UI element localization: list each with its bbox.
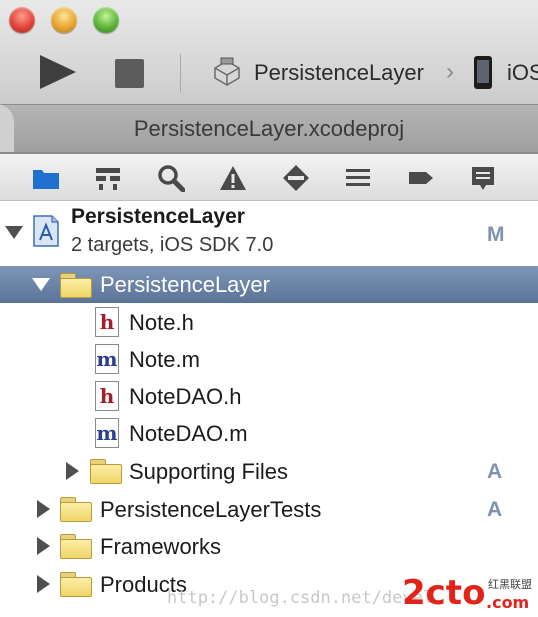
tree-row-note-h[interactable]: h Note.h: [0, 303, 538, 340]
implementation-file-icon: m: [95, 418, 119, 448]
folder-icon: [60, 534, 92, 559]
device-selector[interactable]: iOS: [507, 60, 538, 86]
chevron-right-icon: ›: [446, 58, 454, 85]
toolbar-separator: [180, 54, 181, 92]
svg-text:2cto: 2cto: [402, 573, 485, 613]
source-control-badge: A: [487, 460, 503, 483]
tree-row-label: PersistenceLayer: [100, 272, 270, 297]
watermark-url: http://blog.csdn.net/devel: [167, 588, 434, 608]
folder-icon: [90, 459, 122, 484]
disclosure-triangle-icon[interactable]: [5, 226, 23, 239]
tree-row-persistencelayertests[interactable]: PersistenceLayerTests A: [0, 490, 538, 527]
header-file-icon: h: [95, 307, 119, 337]
run-button[interactable]: [40, 55, 76, 89]
search-icon[interactable]: [157, 164, 185, 192]
tree-row-persistencelayer-group[interactable]: PersistenceLayer: [0, 266, 538, 303]
test-navigator-icon[interactable]: [282, 164, 310, 192]
tree-row-label: NoteDAO.m: [129, 421, 248, 446]
project-subtitle: 2 targets, iOS SDK 7.0: [71, 234, 274, 256]
tree-row-notedao-h[interactable]: h NoteDAO.h: [0, 377, 538, 414]
header-file-icon: h: [95, 381, 119, 411]
disclosure-triangle-icon[interactable]: [37, 537, 50, 555]
scheme-selector[interactable]: PersistenceLayer: [254, 60, 424, 86]
scheme-app-icon[interactable]: [211, 56, 243, 88]
disclosure-triangle-icon[interactable]: [66, 462, 79, 480]
breakpoint-icon[interactable]: [407, 164, 435, 192]
tab-title: PersistenceLayer.xcodeproj: [133, 116, 405, 141]
tree-row-label: Note.m: [129, 347, 200, 372]
tree-row-frameworks[interactable]: Frameworks: [0, 527, 538, 564]
tree-row-label: Supporting Files: [129, 459, 288, 484]
zoom-window-button[interactable]: [93, 7, 119, 33]
source-control-badge: M: [487, 223, 505, 246]
disclosure-triangle-icon[interactable]: [32, 278, 50, 291]
watermark-logo: 2cto 红黑联盟 .com: [402, 573, 532, 613]
svg-text:红黑联盟: 红黑联盟: [488, 578, 532, 591]
tree-row-label: Frameworks: [100, 534, 222, 559]
implementation-file-icon: m: [95, 344, 119, 374]
iphone-icon[interactable]: [474, 56, 492, 89]
xcode-project-icon: [33, 215, 59, 247]
stop-button[interactable]: [115, 59, 144, 88]
folder-icon: [60, 273, 92, 298]
debug-navigator-icon[interactable]: [344, 164, 372, 192]
tree-row-label: PersistenceLayerTests: [100, 497, 322, 522]
svg-text:.com: .com: [486, 593, 529, 612]
symbol-navigator-icon[interactable]: [94, 164, 122, 192]
source-control-badge: A: [487, 498, 503, 521]
disclosure-triangle-icon[interactable]: [37, 575, 50, 593]
minimize-window-button[interactable]: [51, 7, 77, 33]
tree-row-label: Note.h: [129, 310, 194, 335]
tree-row-supporting-files[interactable]: Supporting Files A: [0, 452, 538, 489]
project-name[interactable]: PersistenceLayer: [71, 205, 245, 229]
folder-icon: [60, 572, 92, 597]
tree-row-note-m[interactable]: m Note.m: [0, 340, 538, 377]
disclosure-triangle-icon[interactable]: [37, 500, 50, 518]
warning-icon[interactable]: [219, 164, 247, 192]
navigator-selector-bar: [0, 154, 538, 201]
folder-icon: [60, 497, 92, 522]
project-navigator-icon[interactable]: [32, 164, 60, 192]
tree-row-label: NoteDAO.h: [129, 384, 242, 409]
close-window-button[interactable]: [9, 7, 35, 33]
tree-row-notedao-m[interactable]: m NoteDAO.m: [0, 414, 538, 451]
log-navigator-icon[interactable]: [469, 164, 497, 192]
